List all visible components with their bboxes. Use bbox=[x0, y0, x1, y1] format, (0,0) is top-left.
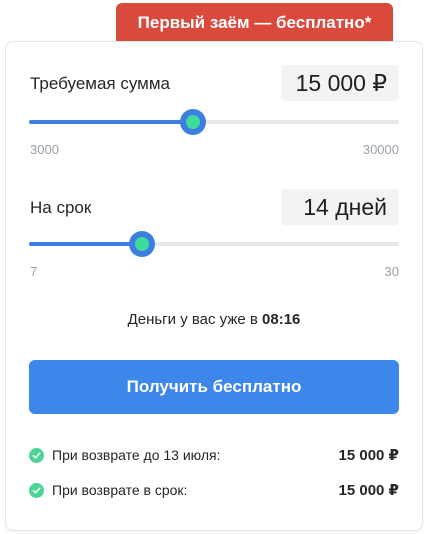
amount-value: 15 000 ₽ bbox=[295, 69, 387, 96]
term-value-field[interactable]: 14 дней bbox=[281, 189, 399, 225]
amount-min-label: 3000 bbox=[30, 142, 59, 157]
term-label: На срок bbox=[30, 198, 92, 217]
summary-row-due-date: При возврате до 13 июля: 15 000 ₽ bbox=[29, 444, 399, 466]
delivery-time-text: Деньги у вас уже в 08:16 bbox=[0, 311, 428, 328]
term-slider-track[interactable] bbox=[29, 231, 399, 257]
delivery-time-prefix: Деньги у вас уже в bbox=[127, 311, 263, 328]
promo-banner: Первый заём — бесплатно* bbox=[116, 3, 393, 43]
check-circle-icon bbox=[29, 447, 44, 463]
term-slider-thumb[interactable] bbox=[128, 231, 155, 257]
amount-slider-fill bbox=[29, 120, 194, 124]
term-min-label: 7 bbox=[30, 264, 38, 279]
promo-label: Первый заём — бесплатно* bbox=[137, 13, 372, 32]
amount-slider-track[interactable] bbox=[29, 109, 399, 135]
term-max-label: 30 bbox=[384, 264, 399, 279]
amount-max-label: 30000 bbox=[362, 142, 399, 157]
get-loan-button[interactable]: Получить бесплатно bbox=[29, 360, 399, 414]
term-value: 14 дней bbox=[303, 193, 387, 220]
check-circle-icon bbox=[29, 482, 44, 498]
summary-amount: 15 000 ₽ bbox=[338, 447, 399, 464]
delivery-time-value: 08:16 bbox=[262, 311, 301, 328]
amount-value-field[interactable]: 15 000 ₽ bbox=[281, 65, 399, 101]
summary-label: При возврате до 13 июля: bbox=[52, 447, 221, 463]
summary-row-on-time: При возврате в срок: 15 000 ₽ bbox=[29, 479, 399, 501]
summary-amount: 15 000 ₽ bbox=[338, 482, 399, 499]
amount-label: Требуемая сумма bbox=[30, 74, 170, 93]
term-slider-fill bbox=[29, 242, 142, 246]
summary-label: При возврате в срок: bbox=[52, 482, 188, 498]
